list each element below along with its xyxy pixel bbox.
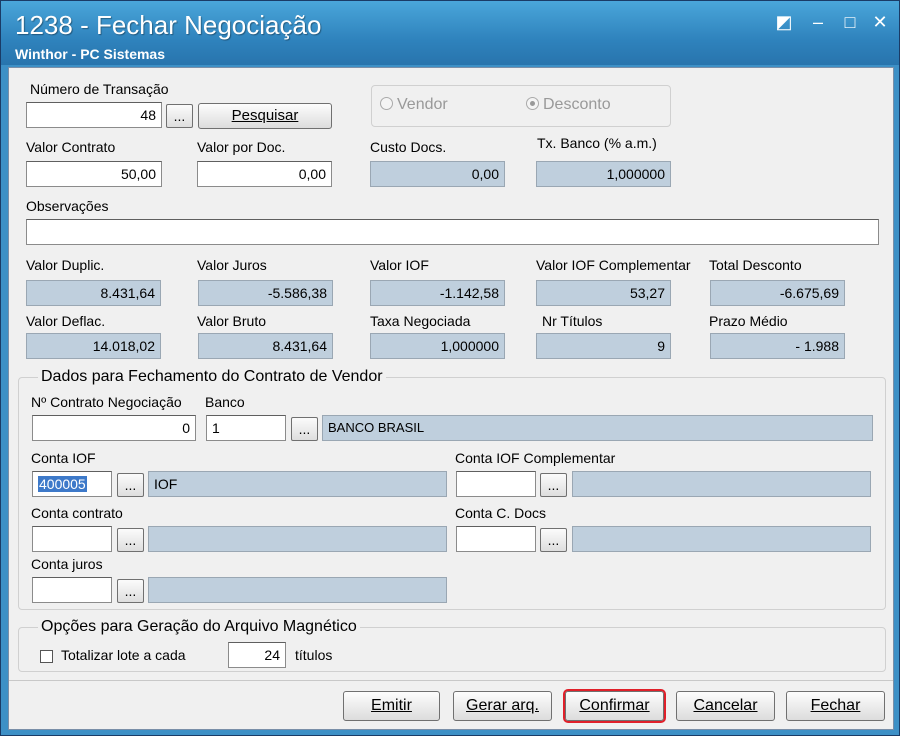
valor-bruto-field: 8.431,64 [198,333,333,359]
totalizar-label: Totalizar lote a cada [61,647,186,663]
arquivo-group-title: Opções para Geração do Arquivo Magnético [38,618,360,636]
radio-desconto-dot [526,97,539,110]
custo-docs-label: Custo Docs. [370,139,447,155]
total-desconto-field: -6.675,69 [710,280,845,306]
title-bar[interactable]: 1238 - Fechar Negociação Winthor - PC Si… [1,1,899,65]
pesquisar-button[interactable]: Pesquisar [198,103,332,129]
conta-cdocs-label: Conta C. Docs [455,505,547,521]
valor-duplic-label: Valor Duplic. [26,257,105,273]
transacao-input[interactable]: 48 [26,102,162,128]
valor-iof-field: -1.142,58 [370,280,505,306]
nr-titulos-field: 9 [536,333,671,359]
conta-contrato-label: Conta contrato [31,505,123,521]
conta-iof-desc-field: IOF [148,471,447,497]
conta-juros-label: Conta juros [31,556,103,572]
form-client-area: Número de Transação 48 ... Pesquisar Ven… [8,67,894,730]
conta-cdocs-desc-field [572,526,871,552]
button-bar: Emitir Gerar arq. Confirmar Cancelar Fec… [9,680,893,729]
conta-iof-comp-lookup-button[interactable]: ... [540,473,567,497]
confirmar-button[interactable]: Confirmar [563,689,666,723]
vendor-group-title: Dados para Fechamento do Contrato de Ven… [38,368,386,386]
conta-juros-input[interactable] [32,577,112,603]
tx-banco-field: 1,000000 [536,161,671,187]
close-button[interactable]: ✕ [869,11,891,33]
radio-vendor-dot [380,97,393,110]
taxa-negociada-label: Taxa Negociada [370,313,471,329]
conta-juros-desc-field [148,577,447,603]
radio-vendor-label: Vendor [397,96,448,113]
banco-code-input[interactable]: 1 [206,415,286,441]
valor-contrato-label: Valor Contrato [26,139,116,155]
custo-docs-field: 0,00 [370,161,505,187]
valor-iof-label: Valor IOF [370,257,429,273]
prazo-medio-label: Prazo Médio [709,313,788,329]
restore-icon[interactable]: ◩ [773,11,795,33]
tx-banco-label: Tx. Banco (% a.m.) [537,135,657,151]
contrato-neg-label: Nº Contrato Negociação [31,394,182,410]
valor-por-doc-label: Valor por Doc. [197,139,286,155]
total-desconto-label: Total Desconto [709,257,802,273]
valor-por-doc-input[interactable]: 0,00 [197,161,332,187]
minimize-button[interactable]: – [807,11,829,33]
observacoes-input[interactable] [26,219,879,245]
cancelar-button[interactable]: Cancelar [676,691,775,721]
valor-iof-comp-field: 53,27 [536,280,671,306]
conta-iof-lookup-button[interactable]: ... [117,473,144,497]
vendor-group: Dados para Fechamento do Contrato de Ven… [18,368,886,610]
conta-cdocs-lookup-button[interactable]: ... [540,528,567,552]
conta-contrato-lookup-button[interactable]: ... [117,528,144,552]
gerar-arq-label: Gerar arq. [466,697,539,714]
conta-contrato-desc-field [148,526,447,552]
emitir-button[interactable]: Emitir [343,691,440,721]
arquivo-group: Opções para Geração do Arquivo Magnético… [18,618,886,672]
fechar-label: Fechar [810,697,861,714]
transacao-label: Número de Transação [30,81,169,97]
banco-lookup-button[interactable]: ... [291,417,318,441]
banco-name-field: BANCO BRASIL [322,415,873,441]
conta-contrato-input[interactable] [32,526,112,552]
conta-iof-input[interactable]: 400005 [32,471,112,497]
window-title: 1238 - Fechar Negociação [15,10,322,40]
conta-iof-comp-desc-field [572,471,871,497]
fechar-button[interactable]: Fechar [786,691,885,721]
banco-label: Banco [205,394,245,410]
radio-desconto-label: Desconto [543,96,611,113]
confirmar-label: Confirmar [579,697,650,714]
conta-iof-comp-label: Conta IOF Complementar [455,450,616,466]
conta-iof-label: Conta IOF [31,450,96,466]
valor-deflac-field: 14.018,02 [26,333,161,359]
cancelar-label: Cancelar [693,697,758,714]
titulos-label: títulos [295,647,333,663]
valor-contrato-input[interactable]: 50,00 [26,161,162,187]
nr-titulos-label: Nr Títulos [542,313,603,329]
contrato-neg-input[interactable]: 0 [32,415,196,441]
valor-juros-field: -5.586,38 [198,280,333,306]
conta-cdocs-input[interactable] [456,526,536,552]
conta-juros-lookup-button[interactable]: ... [117,579,144,603]
window-subtitle: Winthor - PC Sistemas [15,46,166,62]
conta-iof-value: 400005 [38,476,87,492]
valor-bruto-label: Valor Bruto [197,313,266,329]
pesquisar-label: Pesquisar [231,107,299,124]
maximize-button[interactable]: □ [839,11,861,33]
observacoes-label: Observações [26,198,109,214]
emitir-label: Emitir [371,697,412,714]
valor-deflac-label: Valor Deflac. [26,313,106,329]
valor-duplic-field: 8.431,64 [26,280,161,306]
totalizar-input[interactable]: 24 [228,642,286,668]
taxa-negociada-field: 1,000000 [370,333,505,359]
window: 1238 - Fechar Negociação Winthor - PC Si… [0,0,900,736]
totalizar-checkbox[interactable] [40,650,53,663]
valor-iof-comp-label: Valor IOF Complementar [536,257,691,273]
radio-desconto[interactable]: Desconto [526,96,611,114]
valor-juros-label: Valor Juros [197,257,267,273]
tipo-radio-group: Vendor Desconto [371,85,671,127]
gerar-arq-button[interactable]: Gerar arq. [453,691,552,721]
conta-iof-comp-input[interactable] [456,471,536,497]
prazo-medio-field: - 1.988 [710,333,845,359]
radio-vendor[interactable]: Vendor [380,96,448,114]
transacao-lookup-button[interactable]: ... [166,104,193,128]
